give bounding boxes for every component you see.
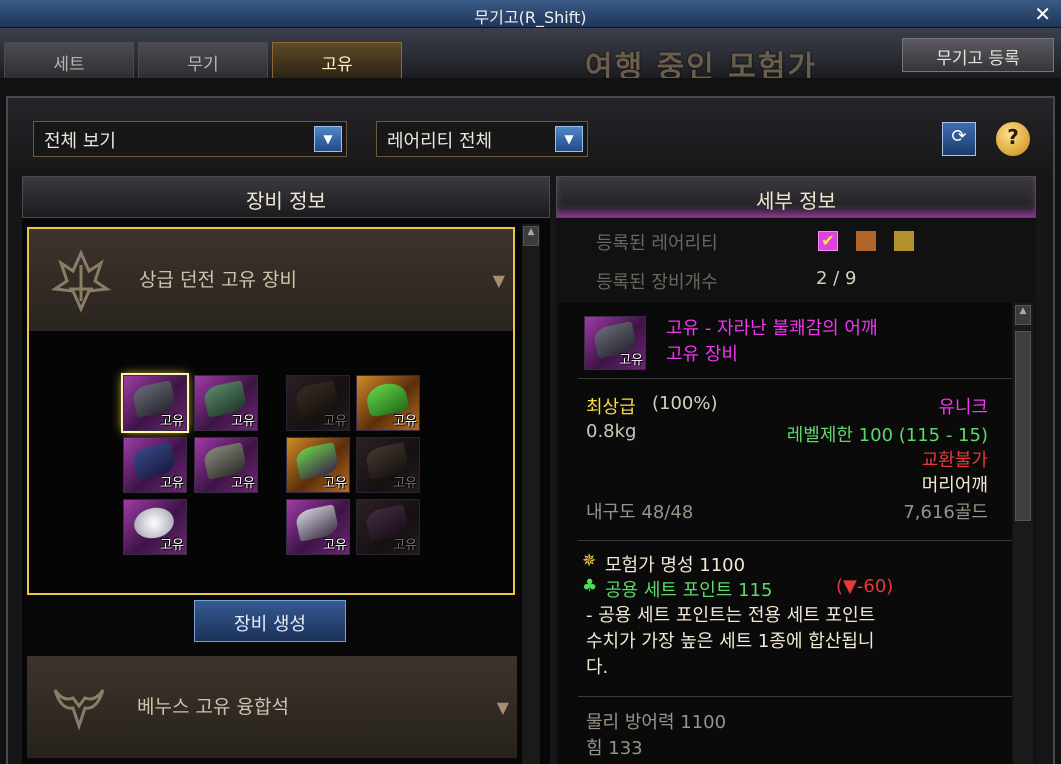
item-slot-belt[interactable]: 고유 [286,375,350,431]
tab-weapon[interactable]: 무기 [138,42,268,78]
item-slot-bracelet[interactable]: 고유 [286,499,350,555]
rarity-swatch-legendary [894,231,914,251]
category-header[interactable]: 상급 던전 고유 장비 ▼ [29,229,513,331]
category-label: 상급 던전 고유 장비 [139,269,297,291]
divider [578,540,1012,541]
rarity-filter-value: 레어리티 전체 [387,131,493,152]
detail-info-header: 세부 정보 [556,176,1036,218]
title-bar: 무기고(R_Shift) ✕ [0,0,1061,28]
rarity-filter-select[interactable]: 레어리티 전체 ▼ [376,121,588,157]
help-icon[interactable]: ? [996,122,1030,156]
item-slot-necklace[interactable]: 고유 [356,499,420,555]
fame-icon: ✵ [582,551,597,571]
horned-helmet-icon [53,689,105,731]
item-weight: 0.8kg [586,421,637,442]
set-desc-line-2: 수치가 가장 높은 세트 1종에 합산됩니 [586,631,875,652]
equip-info-header: 장비 정보 [22,176,550,218]
item-slot-pants[interactable]: 고유 [123,437,187,493]
chevron-down-icon: ▼ [314,126,342,152]
item-grade-pct: (100%) [652,393,718,414]
detail-scrollbar[interactable]: ▲ [1013,303,1033,764]
window-title: 무기고(R_Shift) [474,8,587,27]
view-filter-select[interactable]: 전체 보기 ▼ [33,121,347,157]
refresh-icon[interactable]: ⟳ [942,122,976,156]
check-icon: ✔ [818,231,838,251]
item-name: 고유 - 자라난 불쾌감의 어깨 [666,318,878,339]
item-slot-belt-2[interactable]: 고유 [194,437,258,493]
item-slot-title[interactable]: 고유 [356,375,420,431]
item-slot-shoulder[interactable]: 고유 [121,373,189,433]
generate-equipment-button[interactable]: 장비 생성 [194,600,346,642]
armor-set-icon: ♣ [582,576,598,596]
item-durability: 내구도 48/48 [586,502,694,523]
item-phys-def: 물리 방어력 1100 [586,712,727,733]
item-slot-top[interactable]: 고유 [194,375,258,431]
item-icon: 고유 [584,316,646,370]
tab-set[interactable]: 세트 [4,42,134,78]
chevron-down-icon[interactable]: ▼ [497,698,509,717]
item-slot-type: 머리어깨 [921,475,988,496]
item-slot-ring[interactable]: 고유 [356,437,420,493]
chevron-down-icon: ▼ [555,126,583,152]
trident-emblem-icon [50,249,112,313]
category-venus-fusion-stone[interactable]: 베누스 고유 융합석 ▼ [27,656,517,758]
divider [578,696,1012,697]
item-rarity: 유니크 [938,397,988,418]
item-set-point-diff: (▼-60) [836,576,894,597]
item-trade: 교환불가 [921,450,988,471]
tab-unique[interactable]: 고유 [272,42,402,78]
item-type: 고유 장비 [666,344,738,365]
category-dungeon-unique: 상급 던전 고유 장비 ▼ [27,227,515,595]
item-set-point: 공용 세트 포인트 115 [605,580,773,601]
scroll-up-icon[interactable]: ▲ [1015,305,1031,325]
divider [578,378,1012,379]
scroll-thumb[interactable] [1015,331,1031,521]
item-detail-box [558,303,1012,764]
item-slot-head[interactable]: 고유 [123,499,187,555]
chevron-down-icon[interactable]: ▼ [493,271,505,290]
item-price: 7,616골드 [903,502,988,523]
item-level-req: 레벨제한 100 (115 - 15) [786,425,988,446]
set-desc-line-3: 다. [586,657,609,678]
item-slot-weapon[interactable]: 고유 [286,437,350,493]
register-button[interactable]: 무기고 등록 [902,38,1054,72]
left-scrollbar[interactable]: ▲ [522,224,540,764]
registered-count-label: 등록된 장비개수 [596,272,718,293]
item-fame: 모험가 명성 1100 [605,555,746,576]
item-str: 힘 133 [586,738,643,759]
registered-count-value: 2 / 9 [816,268,857,289]
close-icon[interactable]: ✕ [1034,2,1051,26]
set-desc-line-1: - 공용 세트 포인트는 전용 세트 포인트 [586,605,876,626]
view-filter-value: 전체 보기 [44,131,116,152]
rarity-swatch-rare [856,231,876,251]
registered-rarity-label: 등록된 레어리티 [596,233,718,254]
category-label: 베누스 고유 융합석 [137,696,289,718]
scroll-up-icon[interactable]: ▲ [523,226,539,246]
item-grade: 최상급 [586,397,636,418]
